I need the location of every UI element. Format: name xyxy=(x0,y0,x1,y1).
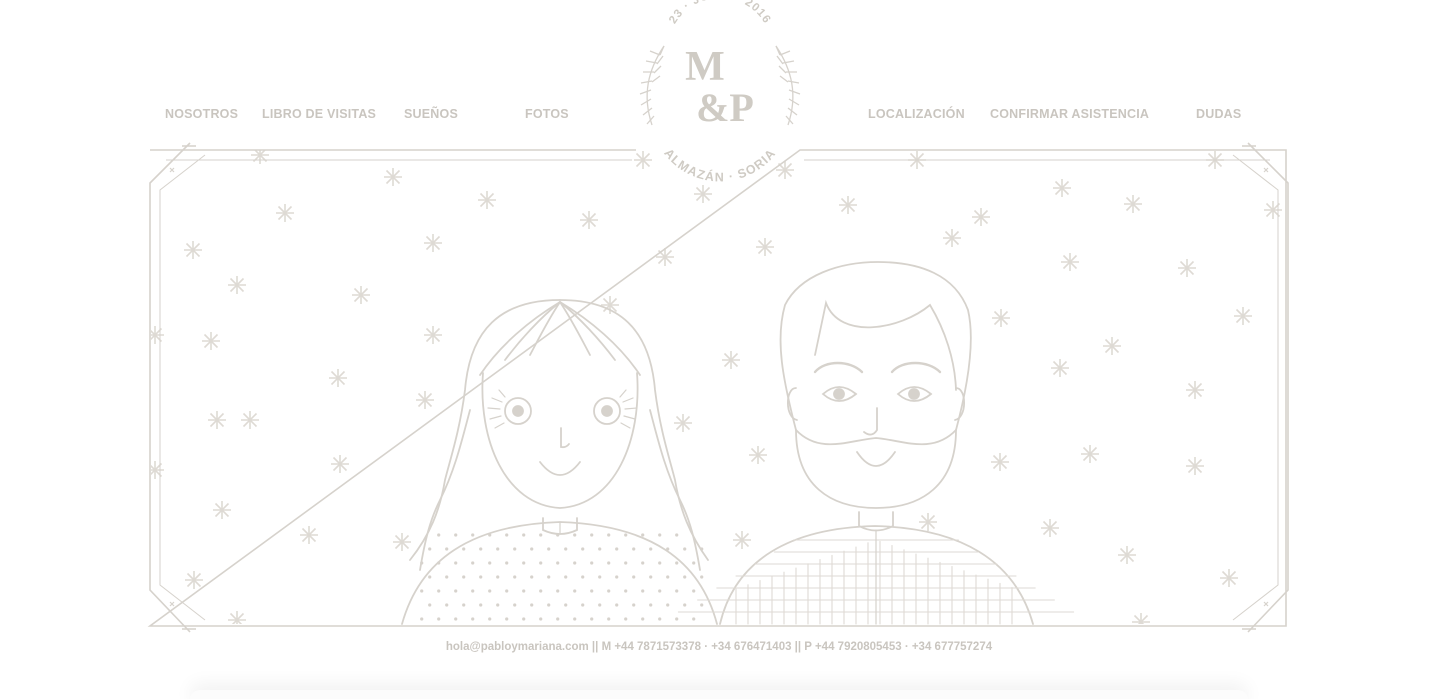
bottom-panel-edge xyxy=(190,690,1248,699)
bride-illustration-icon xyxy=(401,299,718,625)
logo-initials-ampersand-p: &P xyxy=(696,85,754,130)
groom-illustration-icon xyxy=(677,261,1075,625)
wedding-logo: 23 · JULIO · 2016 M &P ALMAZÁN · SORIA xyxy=(634,0,806,184)
hero-illustration: 23 · JULIO · 2016 M &P ALMAZÁN · SORIA xyxy=(147,0,1289,633)
snowflake-pattern xyxy=(151,150,1283,624)
footer-contact: hola@pabloymariana.com || M +44 78715733… xyxy=(445,641,993,653)
logo-initial-m: M xyxy=(685,44,725,90)
decorative-frame xyxy=(147,142,1289,633)
